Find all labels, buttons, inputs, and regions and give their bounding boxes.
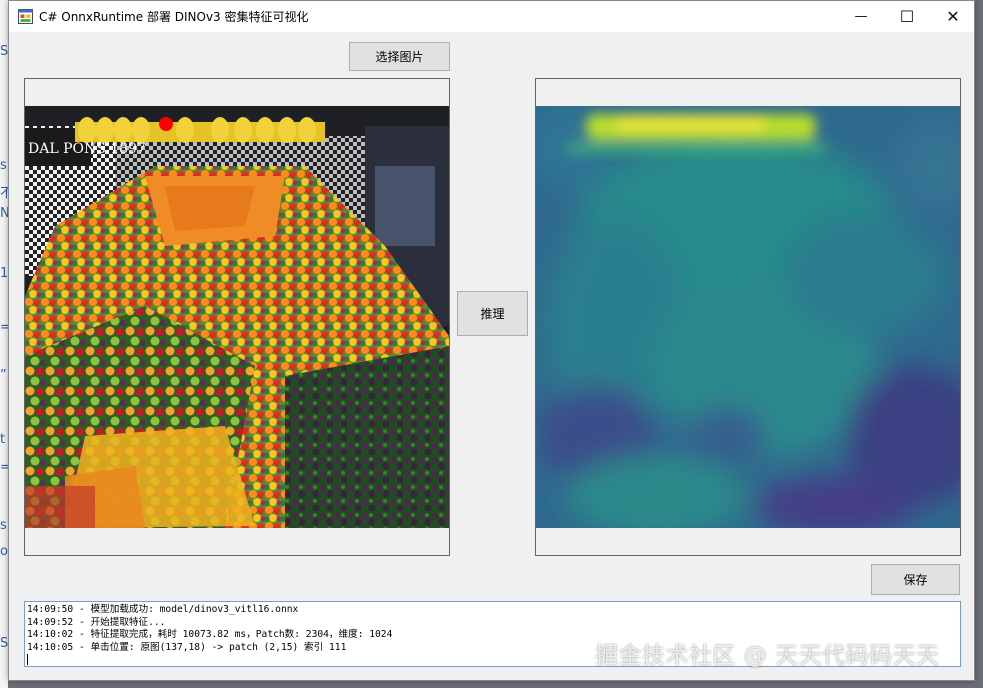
text-caret: [27, 654, 28, 665]
log-line: 14:09:50 - 模型加载成功: model/dinov3_vitl16.o…: [27, 604, 299, 615]
bg-char: ”: [0, 368, 7, 383]
infer-button[interactable]: 推理: [457, 291, 528, 336]
maximize-button[interactable]: ☐: [884, 1, 930, 32]
bg-char: s: [0, 518, 7, 533]
background-editor-strip: S s 不 N 1 = ” t = s o S: [0, 0, 13, 688]
window-title: C# OnnxRuntime 部署 DINOv3 密集特征可视化: [39, 10, 309, 24]
select-image-button[interactable]: 选择图片: [349, 42, 450, 71]
minimize-icon: —: [854, 9, 868, 24]
app-window-icon: [18, 9, 33, 24]
watermark: 掘金技术社区 @ 天天代码码天天: [595, 643, 940, 669]
minimize-button[interactable]: —: [838, 1, 884, 32]
main-window: C# OnnxRuntime 部署 DINOv3 密集特征可视化 — ☐ ✕ 选…: [8, 0, 975, 681]
original-image[interactable]: DAL PONS 1897: [25, 106, 449, 528]
save-button[interactable]: 保存: [871, 564, 960, 595]
original-image-box[interactable]: DAL PONS 1897: [24, 78, 450, 556]
log-line: 14:09:52 - 开始提取特征...: [27, 616, 166, 628]
close-button[interactable]: ✕: [930, 1, 976, 32]
heatmap-box[interactable]: [535, 78, 961, 556]
title-bar[interactable]: C# OnnxRuntime 部署 DINOv3 密集特征可视化 — ☐ ✕: [9, 1, 974, 32]
bg-char: t: [0, 432, 6, 447]
bg-char: s: [0, 158, 7, 173]
bg-char: o: [0, 544, 8, 559]
close-icon: ✕: [946, 7, 960, 26]
svg-text:DAL PONS 1897: DAL PONS 1897: [28, 141, 146, 157]
maximize-icon: ☐: [899, 7, 915, 26]
click-marker: [159, 117, 173, 131]
similarity-heatmap[interactable]: [536, 106, 960, 528]
